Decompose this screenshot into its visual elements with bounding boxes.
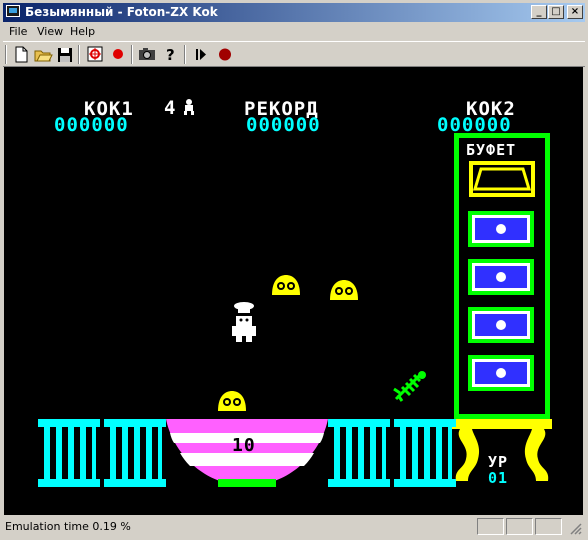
bowl-counter: 10	[232, 435, 256, 456]
right-columns	[328, 419, 456, 487]
buffet-drawer	[468, 307, 534, 343]
toolbar-separator	[131, 45, 133, 64]
record-score: 000000	[246, 114, 321, 136]
svg-text:?: ?	[166, 46, 175, 64]
play-icon[interactable]	[191, 45, 211, 64]
status-bar: Emulation time 0.19 %	[3, 516, 585, 537]
chef-lives-icon	[184, 99, 194, 115]
minimize-button[interactable]: _	[531, 5, 547, 19]
chef-sprite	[232, 302, 256, 342]
target-icon[interactable]	[85, 45, 105, 64]
emulator-window: Безымянный - Foton-ZX Kok _ □ × File Vie…	[0, 0, 588, 540]
window-title: Безымянный - Foton-ZX Kok	[25, 5, 218, 19]
game-screen[interactable]: КОК1 4 РЕКОРД КОК2 000000 000000 000000 …	[4, 67, 583, 515]
fishbone-sprite	[393, 371, 426, 402]
player1-score: 000000	[54, 114, 129, 136]
buffet-label: БУФЕТ	[466, 141, 517, 159]
open-folder-icon[interactable]	[33, 45, 53, 64]
buffet-drawer	[468, 259, 534, 295]
app-icon[interactable]	[6, 5, 20, 17]
new-file-icon[interactable]	[11, 45, 31, 64]
camera-icon[interactable]	[137, 45, 157, 64]
toolbar-grip	[5, 45, 7, 64]
menu-view[interactable]: View	[37, 25, 63, 39]
status-pane	[535, 518, 562, 535]
oven-icon	[469, 161, 535, 197]
emulation-time-status: Emulation time 0.19 %	[5, 520, 131, 533]
save-disk-icon[interactable]	[55, 45, 75, 64]
buffet-cabinet: БУФЕТ	[454, 133, 550, 419]
toolbar: ?	[3, 41, 585, 67]
left-columns	[38, 419, 166, 487]
buffet-drawer	[468, 211, 534, 247]
dumpling-sprite	[272, 275, 300, 295]
toolbar-separator	[78, 45, 80, 64]
status-pane	[506, 518, 533, 535]
resize-grip-icon[interactable]	[569, 522, 582, 535]
title-bar[interactable]: Безымянный - Foton-ZX Kok _ □ ×	[3, 3, 585, 22]
help-question-icon[interactable]: ?	[160, 45, 180, 64]
status-pane	[477, 518, 504, 535]
dumpling-sprite	[218, 391, 246, 411]
record-icon[interactable]	[108, 45, 128, 64]
level-value: 01	[488, 469, 509, 487]
dumpling-sprite	[330, 280, 358, 300]
lives-count: 4	[164, 97, 177, 119]
menu-bar: File View Help	[3, 23, 585, 41]
buffet-drawer	[468, 355, 534, 391]
menu-file[interactable]: File	[9, 25, 27, 39]
stop-record-icon[interactable]	[215, 45, 235, 64]
close-button[interactable]: ×	[567, 5, 583, 19]
maximize-button[interactable]: □	[548, 5, 564, 19]
menu-help[interactable]: Help	[70, 25, 95, 39]
toolbar-separator	[184, 45, 186, 64]
